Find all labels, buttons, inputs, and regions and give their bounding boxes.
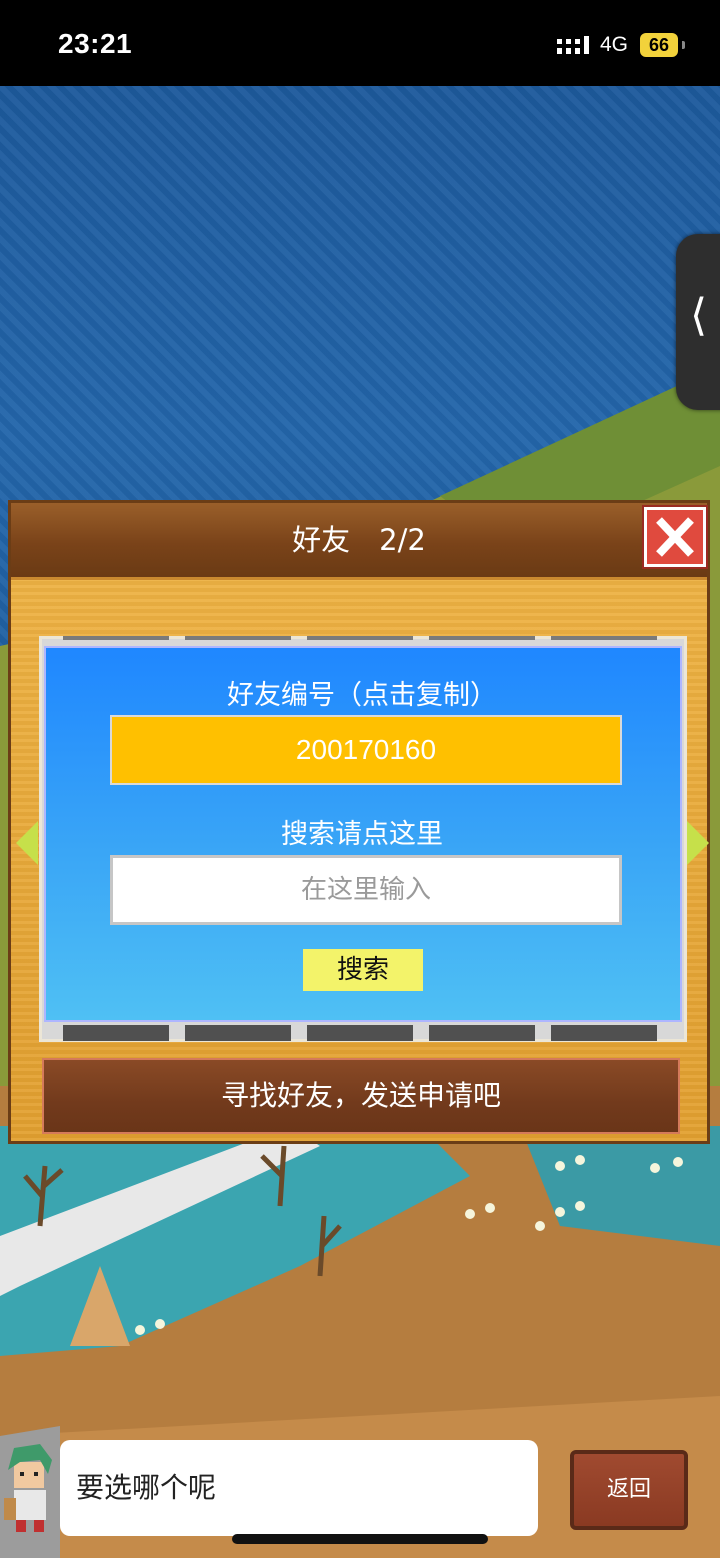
game-view[interactable]: ⟨ 好友 2/2 好友编号（点击复制） 200170160 搜索请点这里 在这里… — [0, 86, 720, 1558]
battery-tip — [682, 41, 685, 49]
tab-slot[interactable] — [551, 1025, 657, 1041]
tab-slot[interactable] — [185, 1025, 291, 1041]
tab-indicator — [551, 636, 657, 640]
side-drawer-handle[interactable]: ⟨ — [676, 234, 720, 410]
dialog-box: 要选哪个呢 — [60, 1440, 538, 1536]
tab-slot[interactable] — [307, 1025, 413, 1041]
battery-icon: 66 — [640, 33, 678, 57]
search-input[interactable] — [110, 855, 622, 925]
network-type: 4G — [600, 33, 629, 56]
friend-id-box[interactable]: 200170160 — [110, 715, 622, 785]
close-button[interactable] — [644, 507, 706, 567]
tab-slot[interactable] — [63, 1025, 169, 1041]
status-time: 23:21 — [58, 28, 133, 59]
friend-id-value: 200170160 — [295, 734, 437, 765]
status-bar: 23:21 4G 66 — [0, 0, 720, 86]
tab-indicator — [185, 636, 291, 640]
panel-header: 好友 2/2 — [11, 503, 707, 580]
panel-title: 好友 2/2 — [292, 523, 426, 557]
friends-panel: 好友 2/2 好友编号（点击复制） 200170160 搜索请点这里 在这里输入… — [8, 500, 710, 1144]
character-avatar — [4, 1444, 52, 1532]
home-indicator[interactable] — [232, 1534, 488, 1544]
search-button[interactable]: 搜索 — [303, 949, 423, 991]
dialog-text: 要选哪个呢 — [76, 1471, 217, 1504]
find-friends-button[interactable]: 寻找好友，发送申请吧 — [42, 1058, 680, 1134]
tab-slot[interactable] — [429, 1025, 535, 1041]
chevron-left-icon: ⟨ — [690, 290, 708, 341]
tab-indicator — [63, 636, 169, 640]
signal-icon — [557, 36, 589, 54]
back-button[interactable]: 返回 — [570, 1450, 688, 1530]
tab-strip-bottom — [63, 1025, 663, 1041]
close-icon — [656, 517, 694, 557]
friend-id-label[interactable]: 好友编号（点击复制） — [11, 673, 713, 712]
tab-indicator — [307, 636, 413, 640]
tab-indicator — [429, 636, 535, 640]
search-label: 搜索请点这里 — [281, 819, 443, 850]
